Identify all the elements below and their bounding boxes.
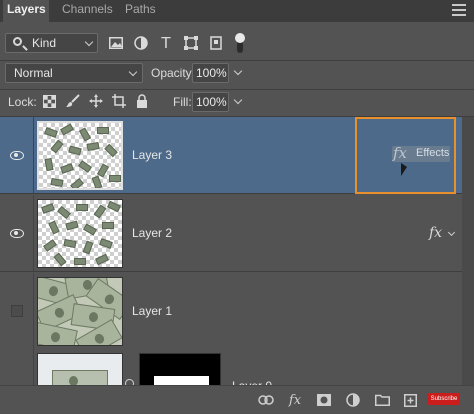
panel-menu-icon[interactable] <box>452 4 466 16</box>
opacity-input[interactable]: 100% <box>192 63 229 83</box>
adjustment-filter-icon[interactable] <box>133 35 149 51</box>
opacity-dropdown-button[interactable] <box>231 63 245 83</box>
lock-position-icon[interactable] <box>88 93 104 109</box>
visibility-column[interactable] <box>0 195 34 271</box>
lock-label: Lock: <box>8 95 37 109</box>
fill-label: Fill: <box>173 95 192 109</box>
lock-transparent-pixels-icon[interactable] <box>41 93 57 109</box>
filter-toggle[interactable] <box>235 33 245 55</box>
add-mask-icon[interactable] <box>316 392 332 408</box>
panel-footer: fx Subscribe <box>0 385 474 414</box>
chevron-down-icon <box>84 37 94 47</box>
adjustment-layer-icon[interactable] <box>345 392 361 408</box>
image-filter-icon[interactable] <box>108 35 124 51</box>
layer-row-layer-2[interactable]: Layer 2 fx <box>0 195 474 272</box>
opacity-label: Opacity: <box>151 66 196 80</box>
filter-kind-label: Kind <box>32 36 57 50</box>
fx-icon[interactable]: fx <box>429 225 442 241</box>
tab-paths[interactable]: Paths <box>121 0 160 22</box>
new-layer-icon[interactable] <box>402 392 418 408</box>
blend-mode-dropdown[interactable]: Normal <box>5 63 143 83</box>
link-layers-icon[interactable] <box>258 392 274 408</box>
visibility-toggle[interactable] <box>11 305 23 317</box>
shape-filter-icon[interactable] <box>183 35 199 51</box>
layer-name[interactable]: Layer 2 <box>132 226 172 240</box>
effects-tooltip[interactable]: fx Effects <box>392 144 450 162</box>
effects-label: Effects <box>416 147 450 159</box>
add-style-icon[interactable]: fx <box>287 392 303 408</box>
visibility-column[interactable] <box>0 117 34 193</box>
search-icon <box>13 37 22 46</box>
lock-all-icon[interactable] <box>134 93 150 109</box>
new-group-icon[interactable] <box>374 392 390 408</box>
blend-mode-value: Normal <box>14 66 53 80</box>
smart-object-filter-icon[interactable] <box>208 35 224 51</box>
eye-icon[interactable] <box>10 151 24 160</box>
eye-icon[interactable] <box>10 229 24 238</box>
filter-kind-dropdown[interactable]: Kind <box>5 33 98 53</box>
layer-thumbnail[interactable] <box>37 121 123 190</box>
layers-scrollbar[interactable] <box>462 117 474 385</box>
layer-thumbnail[interactable] <box>37 277 123 346</box>
tab-layers[interactable]: Layers <box>3 0 49 22</box>
layer-name[interactable]: Layer 1 <box>132 304 172 318</box>
chevron-down-icon <box>233 95 243 105</box>
tab-channels[interactable]: Channels <box>58 0 117 22</box>
fx-icon: fx <box>393 144 408 162</box>
fill-input[interactable]: 100% <box>192 92 229 112</box>
visibility-column[interactable] <box>0 273 34 349</box>
fill-dropdown-button[interactable] <box>231 92 245 112</box>
type-filter-icon[interactable]: T <box>158 34 174 52</box>
panel-tab-bar: Layers Channels Paths <box>0 0 474 22</box>
mouse-cursor <box>401 163 407 176</box>
layer-name[interactable]: Layer 3 <box>132 148 172 162</box>
subscribe-badge[interactable]: Subscribe <box>428 393 460 405</box>
lock-image-pixels-icon[interactable] <box>65 93 81 109</box>
layer-row-layer-1[interactable]: Layer 1 <box>0 273 474 350</box>
layer-thumbnail[interactable] <box>37 199 123 268</box>
chevron-down-icon <box>233 66 243 76</box>
prevent-auto-nesting-icon[interactable] <box>111 93 127 109</box>
chevron-down-icon[interactable] <box>447 228 456 237</box>
chevron-down-icon <box>128 67 138 77</box>
